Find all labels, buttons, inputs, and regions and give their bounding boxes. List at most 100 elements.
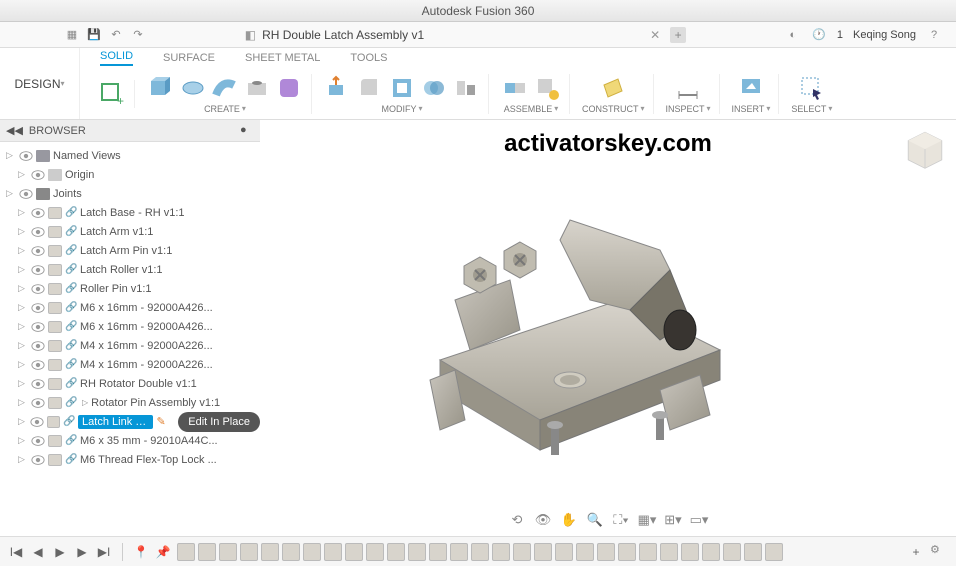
expand-icon[interactable]: ▷ <box>18 416 27 427</box>
timeline-feature[interactable] <box>597 543 615 561</box>
expand-icon[interactable]: ▷ <box>18 226 28 237</box>
expand-icon[interactable]: ▷ <box>18 340 28 351</box>
user-name[interactable]: Keqing Song <box>853 29 916 41</box>
timeline-feature[interactable] <box>681 543 699 561</box>
fit-icon[interactable]: ⛶▾ <box>611 510 631 530</box>
visibility-icon[interactable] <box>31 302 45 314</box>
collapse-browser-icon[interactable]: ◀◀ <box>6 124 23 137</box>
visibility-icon[interactable] <box>30 416 44 428</box>
tree-item[interactable]: ▷🔗M6 Thread Flex-Top Lock ... <box>0 450 260 469</box>
timeline-feature[interactable] <box>450 543 468 561</box>
pan-icon[interactable]: ✋ <box>559 510 579 530</box>
expand-icon[interactable]: ▷ <box>18 169 28 180</box>
expand-icon[interactable]: ▷ <box>18 302 28 313</box>
tree-item[interactable]: ▷🔗Latch Arm v1:1 <box>0 222 260 241</box>
expand-icon[interactable]: ▷ <box>18 378 28 389</box>
select-icon[interactable] <box>798 74 826 102</box>
fillet-icon[interactable] <box>356 74 384 102</box>
visibility-icon[interactable] <box>31 359 45 371</box>
timeline-feature[interactable] <box>660 543 678 561</box>
timeline-feature[interactable] <box>303 543 321 561</box>
timeline-feature[interactable] <box>555 543 573 561</box>
visibility-icon[interactable] <box>31 283 45 295</box>
visibility-icon[interactable] <box>31 397 45 409</box>
tab-sheet-metal[interactable]: SHEET METAL <box>245 52 320 64</box>
expand-icon[interactable]: ▷ <box>18 359 28 370</box>
select-label[interactable]: SELECT▾ <box>791 104 832 114</box>
timeline-feature[interactable] <box>177 543 195 561</box>
zoom-icon[interactable]: 🔍 <box>585 510 605 530</box>
visibility-icon[interactable] <box>31 340 45 352</box>
timeline-end-icon[interactable]: ▶I <box>96 544 112 560</box>
timeline-feature[interactable] <box>345 543 363 561</box>
revolve-icon[interactable] <box>179 74 207 102</box>
timeline-feature[interactable] <box>471 543 489 561</box>
form-icon[interactable] <box>275 74 303 102</box>
extensions-icon[interactable]: ◐ <box>785 27 801 43</box>
timeline-feature[interactable] <box>513 543 531 561</box>
visibility-icon[interactable] <box>31 378 45 390</box>
timeline-feature[interactable] <box>261 543 279 561</box>
timeline-feature[interactable] <box>576 543 594 561</box>
tab-solid[interactable]: SOLID <box>100 50 133 66</box>
tree-item[interactable]: ▷🔗M6 x 16mm - 92000A426... <box>0 317 260 336</box>
new-component-icon[interactable] <box>533 74 561 102</box>
inspect-label[interactable]: INSPECT▾ <box>666 104 711 114</box>
sweep-icon[interactable] <box>211 74 239 102</box>
visibility-icon[interactable] <box>31 264 45 276</box>
timeline-feature[interactable] <box>618 543 636 561</box>
grid-icon[interactable]: ⊞▾ <box>663 510 683 530</box>
visibility-icon[interactable] <box>31 454 45 466</box>
timeline-feature[interactable] <box>240 543 258 561</box>
visibility-icon[interactable] <box>31 207 45 219</box>
expand-icon[interactable]: ▷ <box>18 207 28 218</box>
assemble-label[interactable]: ASSEMBLE▾ <box>504 104 559 114</box>
timeline-pin-icon[interactable]: 📌 <box>155 544 171 560</box>
timeline-feature[interactable] <box>702 543 720 561</box>
align-icon[interactable] <box>452 74 480 102</box>
measure-icon[interactable] <box>674 74 702 102</box>
expand-icon[interactable]: ▷ <box>18 283 28 294</box>
construct-label[interactable]: CONSTRUCT▾ <box>582 104 645 114</box>
orbit-icon[interactable]: ⟲ <box>507 510 527 530</box>
hole-icon[interactable] <box>243 74 271 102</box>
timeline-feature[interactable] <box>765 543 783 561</box>
extrude-icon[interactable] <box>147 74 175 102</box>
display-icon[interactable]: ▦▾ <box>637 510 657 530</box>
timeline-expand-icon[interactable]: + <box>908 544 924 560</box>
tree-item[interactable]: ▷🔗M4 x 16mm - 92000A226... <box>0 355 260 374</box>
tree-item[interactable]: ▷🔗RH Rotator Double v1:1 <box>0 374 260 393</box>
visibility-icon[interactable] <box>31 321 45 333</box>
tree-item[interactable]: ▷Named Views <box>0 146 260 165</box>
expand-icon[interactable]: ▷ <box>6 150 16 161</box>
expand-icon[interactable]: ▷ <box>18 397 28 408</box>
tree-item[interactable]: ▷🔗M6 x 16mm - 92000A426... <box>0 298 260 317</box>
timeline-feature[interactable] <box>282 543 300 561</box>
save-icon[interactable]: 💾 <box>86 27 102 43</box>
visibility-icon[interactable] <box>31 169 45 181</box>
job-status-icon[interactable]: 🕐 <box>811 27 827 43</box>
close-tab-icon[interactable]: ✕ <box>650 28 664 42</box>
tree-item[interactable]: ▷🔗▷Rotator Pin Assembly v1:1 <box>0 393 260 412</box>
shell-icon[interactable] <box>388 74 416 102</box>
timeline-feature[interactable] <box>492 543 510 561</box>
redo-icon[interactable]: ↷ <box>130 27 146 43</box>
viewcube[interactable] <box>904 128 946 170</box>
tree-item[interactable]: ▷🔗Latch Roller v1:1 <box>0 260 260 279</box>
tree-item[interactable]: ▷🔗M6 x 35 mm - 92010A44C... <box>0 431 260 450</box>
timeline-feature[interactable] <box>639 543 657 561</box>
press-pull-icon[interactable] <box>324 74 352 102</box>
timeline-feature[interactable] <box>366 543 384 561</box>
plane-icon[interactable] <box>599 74 627 102</box>
timeline-feature[interactable] <box>534 543 552 561</box>
tree-item[interactable]: ▷🔗Roller Pin v1:1 <box>0 279 260 298</box>
browser-settings-icon[interactable]: ● <box>240 124 254 138</box>
timeline-settings-icon[interactable]: ⚙ <box>930 543 948 561</box>
document-tab[interactable]: ◧ RH Double Latch Assembly v1 ✕ + <box>146 27 785 43</box>
expand-icon[interactable]: ▷ <box>18 435 28 446</box>
viewport-layout-icon[interactable]: ▭▾ <box>689 510 709 530</box>
timeline-forward-icon[interactable]: ▶ <box>74 544 90 560</box>
timeline-feature[interactable] <box>324 543 342 561</box>
timeline-start-icon[interactable]: I◀ <box>8 544 24 560</box>
insert-icon[interactable] <box>737 74 765 102</box>
